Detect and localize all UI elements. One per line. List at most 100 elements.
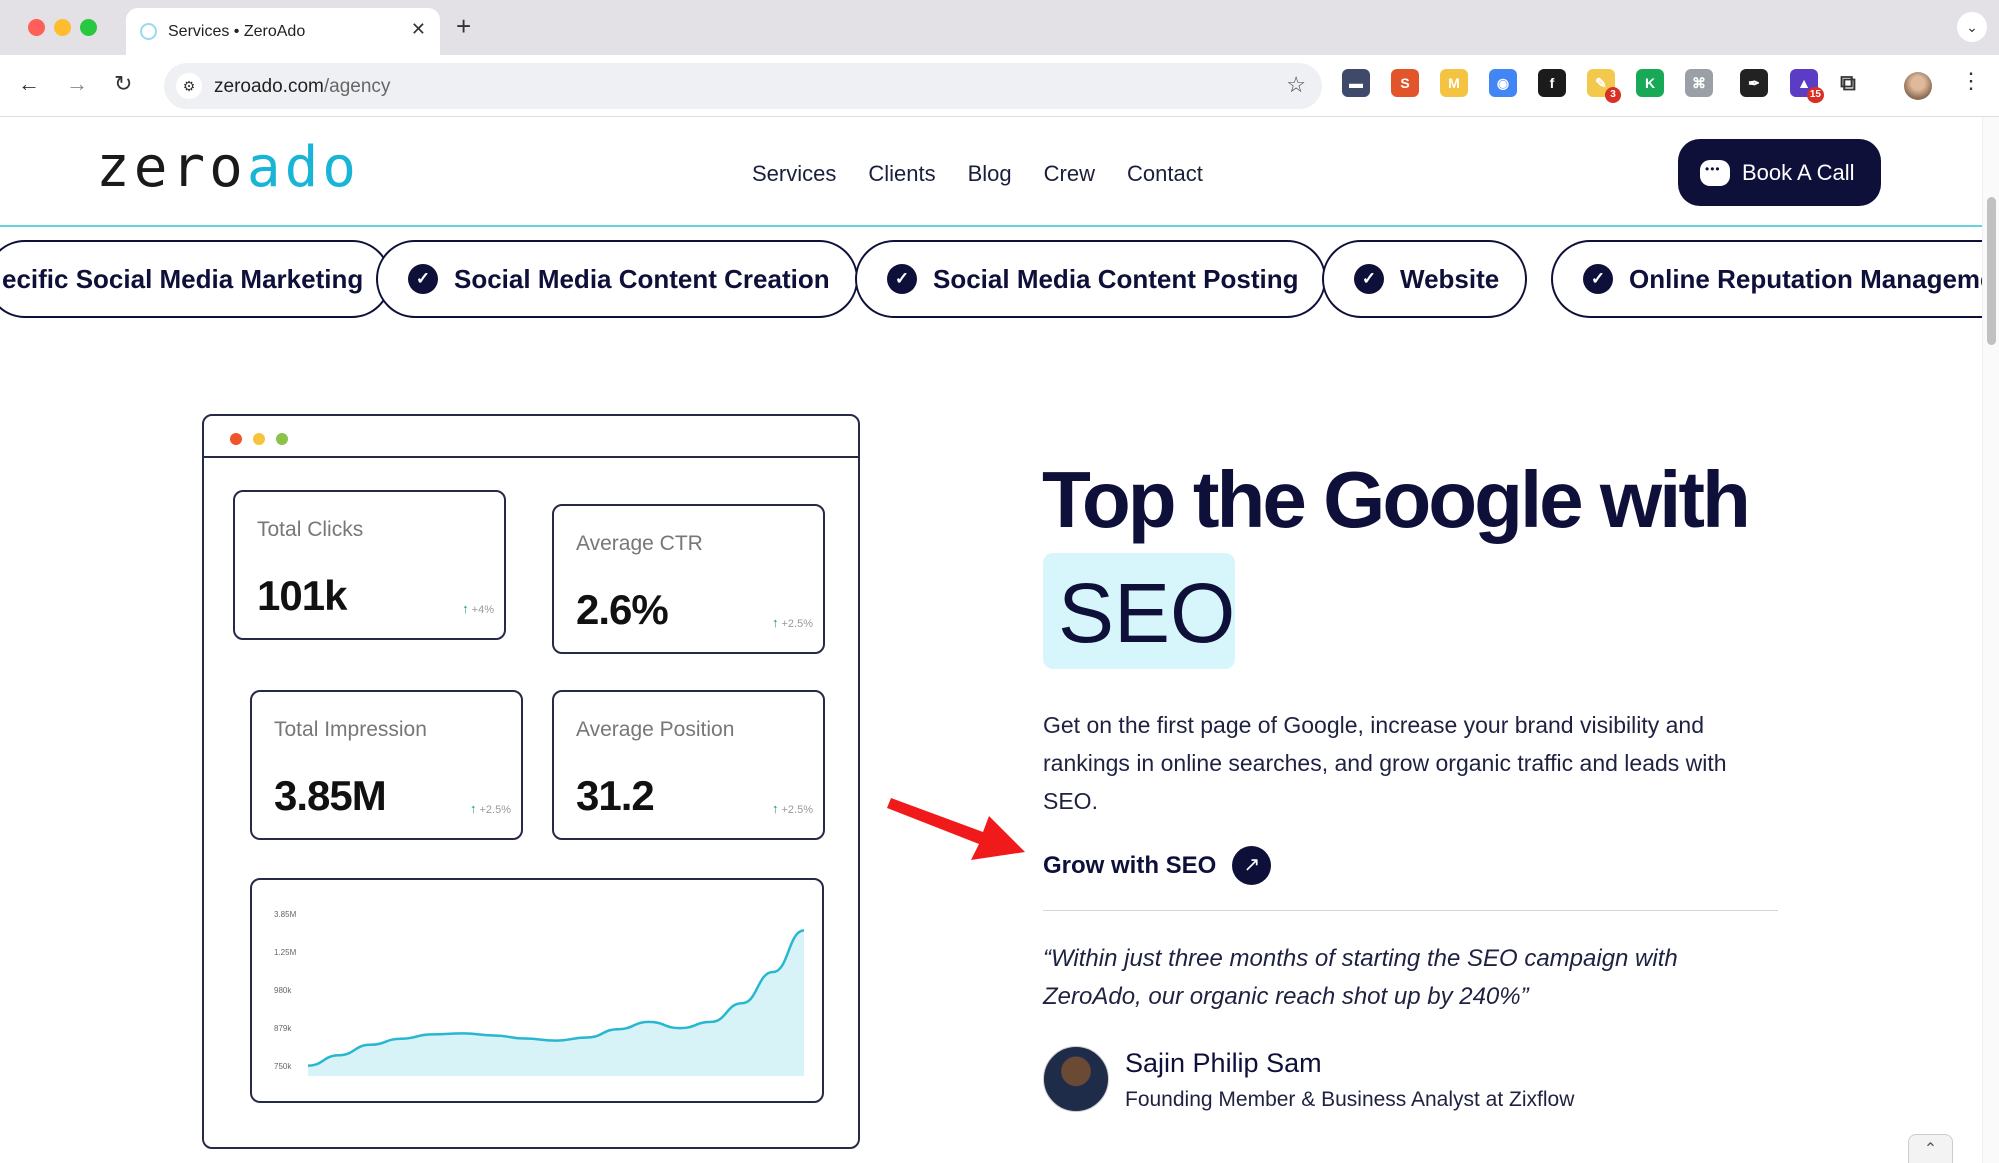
- y-tick-label: 3.85M: [274, 910, 297, 919]
- font-extension-icon[interactable]: f: [1538, 69, 1566, 97]
- service-pill-label: Social Media Content Creation: [454, 263, 830, 294]
- hero-title: Top the Google with: [1042, 455, 1751, 544]
- profile-avatar[interactable]: [1904, 72, 1932, 100]
- s-extension-icon[interactable]: S: [1391, 69, 1419, 97]
- browser-toolbar: ← → ↻ ⚙ zeroado.com/agency ☆ ▬ S M ◉ f ✎ 3 K ⌘ ✒ ▲…: [0, 55, 1999, 117]
- chart-area-fill: [308, 930, 804, 1076]
- back-to-top-button[interactable]: ⌃: [1908, 1134, 1953, 1163]
- service-pill[interactable]: ✓ Website: [1322, 240, 1528, 318]
- metric-label: Total Impression: [274, 718, 427, 741]
- metric-label: Average CTR: [576, 532, 703, 555]
- grow-with-seo-link[interactable]: Grow with SEO ↗: [1043, 846, 1272, 885]
- metric-delta: ↑ +4%: [462, 601, 494, 616]
- browser-tab[interactable]: Services • ZeroAdo ✕: [126, 8, 440, 55]
- check-icon: ✓: [408, 264, 438, 294]
- metric-value: 3.85M: [274, 772, 387, 819]
- url-text[interactable]: zeroado.com/agency: [214, 76, 390, 98]
- new-tab-icon[interactable]: +: [456, 12, 471, 40]
- y-tick-label: 879k: [274, 1024, 292, 1033]
- up-arrow-icon: ↑: [469, 801, 477, 816]
- nav-services[interactable]: Services: [752, 161, 836, 187]
- annotation-arrow-shape: [887, 798, 1025, 860]
- site-header: zeroado Services Clients Blog Crew Conta…: [0, 117, 1982, 227]
- nav-clients[interactable]: Clients: [868, 161, 935, 187]
- metric-delta-text: +2.5%: [781, 804, 814, 816]
- testimonial-quote: “Within just three months of starting th…: [1043, 945, 1678, 1010]
- service-pill[interactable]: ✓ Social Media Content Posting: [855, 240, 1327, 318]
- metric-delta: ↑ +2.5%: [772, 615, 813, 630]
- metric-delta-text: +2.5%: [781, 618, 814, 630]
- notes-extension-icon[interactable]: ✎ 3: [1587, 69, 1621, 103]
- gray-extension-icon[interactable]: ⌘: [1685, 69, 1713, 97]
- service-pill-label: ecific Social Media Marketing: [2, 263, 364, 294]
- check-icon: ✓: [1354, 264, 1384, 294]
- metric-card-average-position: Average Position 31.2 ↑ +2.5%: [552, 690, 825, 840]
- up-arrow-icon: ↑: [771, 801, 779, 816]
- bookmark-star-icon[interactable]: ☆: [1286, 72, 1306, 98]
- hero-description: Get on the first page of Google, increas…: [1043, 712, 1727, 814]
- mock-window-bar: [204, 416, 858, 458]
- metric-card-average-ctr: Average CTR 2.6% ↑ +2.5%: [552, 504, 825, 654]
- metric-card-total-impression: Total Impression 3.85M ↑ +2.5%: [250, 690, 523, 840]
- back-arrow-icon[interactable]: ←: [18, 69, 40, 99]
- close-window-button[interactable]: [28, 19, 45, 36]
- nav-crew[interactable]: Crew: [1044, 161, 1095, 187]
- testimonial-role: Founding Member & Business Analyst at Zi…: [1125, 1088, 1575, 1111]
- book-a-call-button[interactable]: Book A Call: [1678, 139, 1881, 206]
- metric-delta: ↑ +2.5%: [772, 801, 813, 816]
- impressions-chart-card: 3.85M 1.25M 980k 879k 750k: [250, 878, 824, 1103]
- nav-contact[interactable]: Contact: [1127, 161, 1203, 187]
- up-arrow-icon: ↑: [771, 615, 779, 630]
- extension-badge: 3: [1605, 87, 1621, 103]
- reload-icon[interactable]: ↻: [114, 69, 132, 99]
- service-pill-label: Website: [1400, 263, 1500, 294]
- arrow-up-right-icon: ↗: [1232, 846, 1272, 885]
- tab-search-chevron-icon[interactable]: ⌄: [1957, 12, 1987, 42]
- service-pill[interactable]: ✓ Online Reputation Managemen: [1551, 240, 1982, 318]
- y-tick-label: 1.25M: [274, 948, 297, 957]
- service-pill-label: Social Media Content Posting: [933, 263, 1299, 294]
- metric-delta-text: +4%: [471, 604, 494, 616]
- minimize-window-button[interactable]: [54, 19, 71, 36]
- mock-yellow-dot: [253, 433, 265, 445]
- logo-zero: zero: [96, 135, 247, 200]
- favicon-icon: [140, 23, 157, 40]
- metric-value: 101k: [257, 572, 347, 619]
- extensions-puzzle-icon[interactable]: ⧉: [1834, 69, 1862, 97]
- metric-card-total-clicks: Total Clicks 101k ↑ +4%: [233, 490, 506, 640]
- chrome-color-extension-icon[interactable]: ◉: [1489, 69, 1517, 97]
- y-tick-label: 980k: [274, 986, 292, 995]
- browser-tabstrip: Services • ZeroAdo ✕ + ⌄: [0, 0, 1999, 55]
- browser-menu-icon[interactable]: ⋮: [1960, 68, 1982, 94]
- folder-extension-icon[interactable]: ▬: [1342, 69, 1370, 97]
- metric-value: 2.6%: [576, 586, 669, 633]
- address-bar[interactable]: ⚙ zeroado.com/agency ☆: [164, 63, 1322, 109]
- testimonial-name: Sajin Philip Sam: [1125, 1048, 1322, 1078]
- service-pill-label: Online Reputation Managemen: [1629, 263, 1982, 294]
- logo-ado: ado: [246, 135, 361, 200]
- dashboard-illustration: Total Clicks 101k ↑ +4% Average CTR 2.6%…: [202, 414, 860, 1149]
- m-extension-icon[interactable]: M: [1440, 69, 1468, 97]
- metric-label: Total Clicks: [257, 518, 364, 541]
- page-scrollbar[interactable]: [1982, 117, 1999, 1163]
- dropper-extension-icon[interactable]: ✒: [1740, 69, 1768, 97]
- zeroado-logo[interactable]: zeroado: [96, 135, 360, 200]
- extension-badge: 15: [1806, 87, 1824, 103]
- maximize-window-button[interactable]: [80, 19, 97, 36]
- cap-extension-icon[interactable]: ▲ 15: [1790, 69, 1824, 103]
- scroll-thumb[interactable]: [1987, 197, 1996, 345]
- forward-arrow-icon[interactable]: →: [66, 69, 88, 99]
- metric-delta: ↑ +2.5%: [470, 801, 511, 816]
- up-arrow-icon: ↑: [462, 601, 469, 616]
- tab-title: Services • ZeroAdo: [168, 23, 306, 40]
- metric-label: Average Position: [576, 718, 735, 741]
- nav-blog[interactable]: Blog: [968, 161, 1012, 187]
- service-pill[interactable]: ✓ Social Media Content Creation: [376, 240, 858, 318]
- site-info-icon[interactable]: ⚙: [176, 73, 202, 99]
- testimonial-avatar: [1043, 1046, 1109, 1112]
- metric-value: 31.2: [576, 772, 655, 819]
- close-tab-icon[interactable]: ✕: [411, 19, 426, 40]
- k-extension-icon[interactable]: K: [1636, 69, 1664, 97]
- annotation-arrow: [887, 798, 1025, 860]
- service-pill[interactable]: ecific Social Media Marketing: [0, 240, 392, 318]
